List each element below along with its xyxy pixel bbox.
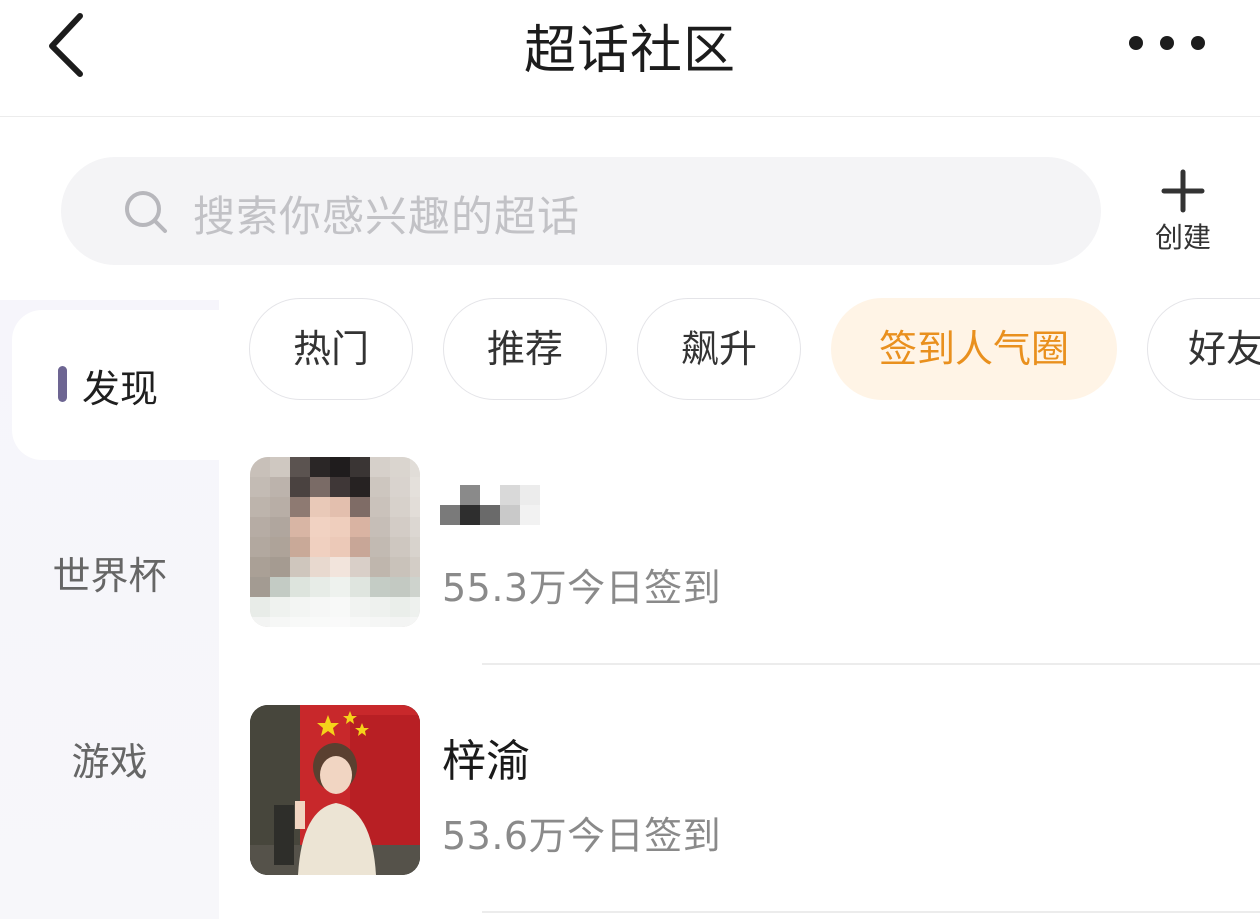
tab-friends[interactable]: 好友 [1147,298,1260,400]
tab-hot[interactable]: 热门 [249,298,413,400]
avatar [250,457,420,627]
avatar [250,705,420,875]
sidebar-item-label: 发现 [82,367,159,411]
create-label: 创建 [1154,221,1211,254]
avatar-photo [250,705,420,875]
sidebar-item-discover[interactable]: 发现 [12,310,219,460]
item-name: 梓渝 [442,736,530,787]
list-item[interactable]: 梓渝 53.6万今日签到 [250,705,1260,875]
active-indicator [58,366,67,402]
create-button[interactable]: 创建 [1140,168,1226,258]
tab-recommended[interactable]: 推荐 [443,298,607,400]
more-dots-icon [1129,36,1205,50]
tab-rising[interactable]: 飙升 [637,298,801,400]
divider [482,911,1260,913]
tab-signin-popular[interactable]: 签到人气圈 [831,298,1117,400]
list-item[interactable]: 55.3万今日签到 [250,457,1260,627]
sidebar-item-games[interactable]: 游戏 [0,731,219,786]
page-title: 超话社区 [523,21,736,81]
search-icon [125,191,167,233]
signin-count: 53.6万今日签到 [442,814,722,858]
item-name-mosaic [440,485,540,529]
signin-count: 55.3万今日签到 [442,566,722,610]
tab-bar: 热门 推荐 飙升 签到人气圈 好友 [219,298,1260,402]
divider [482,663,1260,665]
top-navigation-bar: 超话社区 [0,0,1260,117]
sidebar-item-world-cup[interactable]: 世界杯 [0,545,219,600]
search-placeholder: 搜索你感兴趣的超话 [193,192,581,241]
plus-icon [1161,169,1205,213]
more-button[interactable] [1124,30,1210,56]
search-input[interactable]: 搜索你感兴趣的超话 [61,157,1101,265]
